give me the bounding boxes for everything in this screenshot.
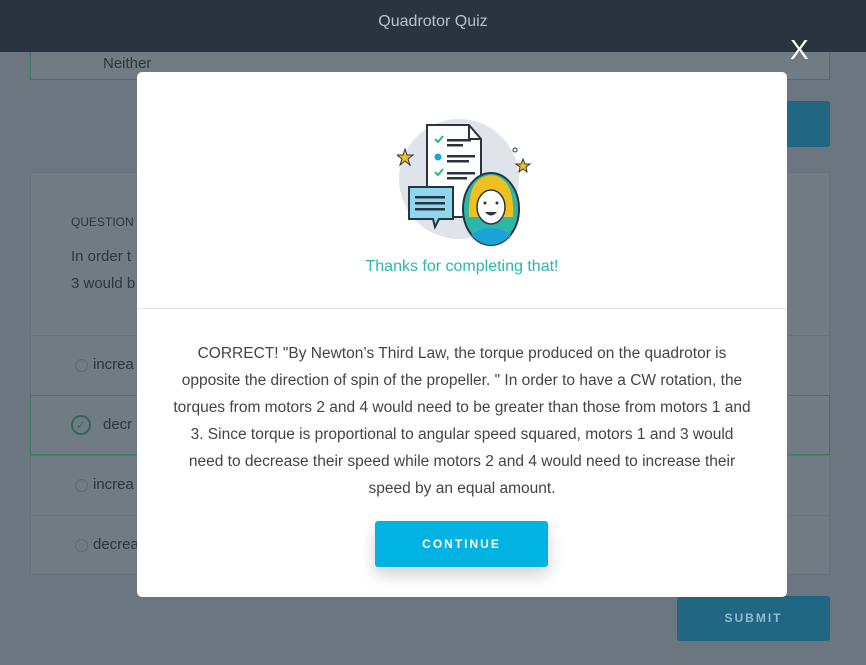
radio-icon[interactable]	[75, 479, 88, 492]
question-line: In order t	[71, 248, 132, 265]
app-header: Quadrotor Quiz	[0, 0, 866, 52]
option-label: increa	[93, 476, 134, 493]
check-circle-icon: ✓	[71, 415, 91, 435]
close-icon[interactable]: X	[790, 36, 809, 64]
feedback-message: CORRECT! "By Newton’s Third Law, the tor…	[173, 345, 751, 497]
radio-icon[interactable]	[75, 539, 88, 552]
page-title: Quadrotor Quiz	[378, 13, 488, 30]
divider	[137, 308, 787, 309]
continue-button[interactable]: CONTINUE	[375, 521, 548, 567]
question-text: In order t 3 would b	[71, 243, 135, 297]
submit-button[interactable]: SUBMIT	[677, 596, 830, 641]
radio-icon[interactable]	[75, 359, 88, 372]
question-label: QUESTION	[71, 215, 134, 229]
modal-title: Thanks for completing that!	[365, 258, 559, 275]
option-label: decr	[103, 416, 133, 433]
option-label: Neither	[103, 55, 152, 72]
quiz-complete-illustration-icon	[397, 119, 532, 246]
completion-modal: Thanks for completing that! CORRECT! "By…	[137, 72, 787, 597]
option-label: decrea	[93, 536, 139, 553]
option-label: increa	[93, 356, 134, 373]
question-line: 3 would b	[71, 275, 136, 292]
